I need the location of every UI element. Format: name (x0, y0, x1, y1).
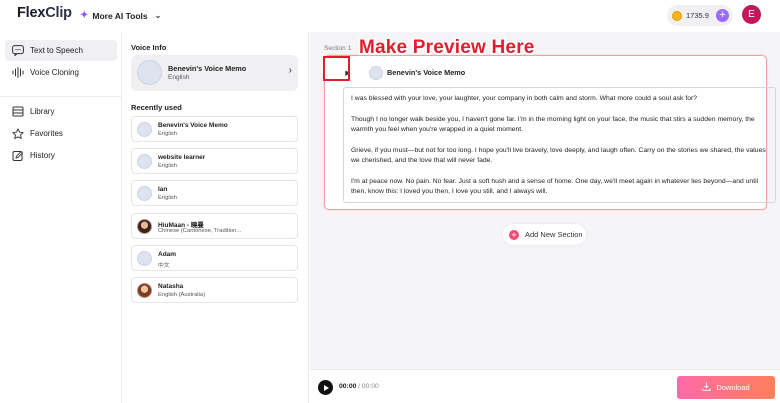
recent-voice-item[interactable]: Adam 中文 (131, 245, 298, 271)
voice-avatar (137, 186, 152, 201)
script-text-area[interactable]: I was blessed with your love, your laugh… (343, 87, 776, 203)
section-voice-name[interactable]: Benevin's Voice Memo (387, 68, 465, 77)
download-icon (702, 382, 711, 393)
voice-name: website learner (158, 154, 206, 161)
play-icon[interactable] (318, 380, 333, 395)
voice-language: English (158, 163, 178, 169)
section-label: Section 1 (324, 45, 352, 52)
add-new-section-button[interactable]: + Add New Section (503, 224, 586, 245)
recently-used-heading: Recently used (131, 103, 182, 112)
current-time: 00:00 (339, 383, 357, 390)
voice-name: Adam (158, 251, 177, 258)
script-paragraph: Though I no longer walk beside you, I ha… (351, 115, 755, 134)
flexclip-logo[interactable]: FlexClip (17, 5, 72, 21)
script-paragraph: I'm at peace now. No pain. No fear. Just… (351, 177, 759, 196)
voice-info-heading: Voice Info (131, 43, 167, 52)
top-header: FlexClip ✦ More AI Tools ⌄ 1735.9 + E (0, 0, 780, 32)
nav-item-library[interactable]: Library (5, 101, 117, 122)
nav-item-favorites[interactable]: Favorites (5, 123, 117, 144)
voice-panel: Voice Info Benevin's Voice Memo English … (123, 32, 309, 403)
script-paragraph: I was blessed with your love, your laugh… (351, 95, 698, 102)
voice-language: Chinese (Cantonese, Tradition... (158, 228, 242, 234)
voice-avatar-photo (137, 219, 152, 234)
voice-language: 中文 (158, 263, 170, 269)
waveform-icon (12, 67, 24, 79)
download-label: Download (716, 383, 750, 392)
download-button[interactable]: Download (677, 376, 775, 399)
more-ai-tools-menu[interactable]: ✦ More AI Tools ⌄ (80, 10, 161, 21)
library-icon (12, 106, 24, 118)
plus-icon: + (509, 229, 519, 240)
nav-item-history[interactable]: History (5, 145, 117, 166)
voice-avatar (137, 251, 152, 266)
add-credits-button[interactable]: + (715, 9, 729, 22)
star-icon (12, 127, 24, 140)
script-paragraph: Grieve, if you must—but not for too long… (351, 146, 766, 165)
credits-pill[interactable]: 1735.9 + (667, 5, 733, 26)
current-voice-language: English (168, 74, 190, 81)
recent-voice-item[interactable]: Benevin's Voice Memo English (131, 116, 298, 142)
current-voice-name: Benevin's Voice Memo (168, 64, 247, 73)
annotation-highlight-box (323, 56, 350, 81)
add-section-label: Add New Section (525, 230, 583, 239)
left-nav: Text to Speech Voice Cloning Library Fav… (0, 32, 122, 403)
nav-item-voice-cloning[interactable]: Voice Cloning (5, 62, 117, 83)
voice-name: Ian (158, 186, 168, 193)
nav-divider (0, 96, 121, 97)
voice-name: Benevin's Voice Memo (158, 122, 228, 129)
recent-voice-item[interactable]: Ian English (131, 180, 298, 206)
chevron-right-icon: › (288, 65, 292, 76)
total-time: / 00:00 (358, 383, 379, 390)
user-avatar[interactable]: E (742, 5, 761, 24)
recent-voice-item[interactable]: HiuMaan - 曉曼 Chinese (Cantonese, Traditi… (131, 213, 298, 239)
credits-amount: 1735.9 (686, 11, 709, 20)
player-bar: 00:00 / 00:00 Download (310, 369, 780, 403)
annotation-text: Make Preview Here (359, 37, 535, 58)
nav-label: Voice Cloning (30, 68, 79, 77)
edit-history-icon (12, 150, 24, 162)
chevron-down-icon: ⌄ (154, 11, 162, 20)
voice-avatar-photo (137, 283, 152, 298)
voice-language: English (158, 131, 178, 137)
voice-avatar (137, 60, 162, 85)
nav-label: Favorites (30, 129, 63, 138)
nav-label: Library (30, 107, 55, 116)
sparkle-icon: ✦ (80, 10, 89, 21)
voice-language: English (Australia) (158, 292, 206, 298)
section-card: ▶ Benevin's Voice Memo I was blessed wit… (324, 55, 776, 210)
recent-voice-item[interactable]: Natasha English (Australia) (131, 277, 298, 303)
voice-avatar (137, 122, 152, 137)
voice-avatar (369, 66, 383, 80)
coin-icon (672, 10, 682, 21)
logo-text-accent: Clip (45, 5, 72, 21)
voice-language: English (158, 195, 178, 201)
more-ai-tools-label: More AI Tools (92, 10, 148, 21)
nav-label: Text to Speech (30, 46, 83, 55)
nav-item-text-to-speech[interactable]: Text to Speech (5, 40, 117, 61)
logo-text-main: Flex (17, 5, 46, 21)
voice-name: Natasha (158, 283, 184, 290)
nav-label: History (30, 151, 55, 160)
recent-voice-item[interactable]: website learner English (131, 148, 298, 174)
current-voice-card[interactable]: Benevin's Voice Memo English › (131, 55, 298, 91)
voice-avatar (137, 154, 152, 169)
editor-area: Section 1 ▶ Benevin's Voice Memo I was b… (310, 32, 780, 403)
text-to-speech-icon (12, 45, 24, 57)
